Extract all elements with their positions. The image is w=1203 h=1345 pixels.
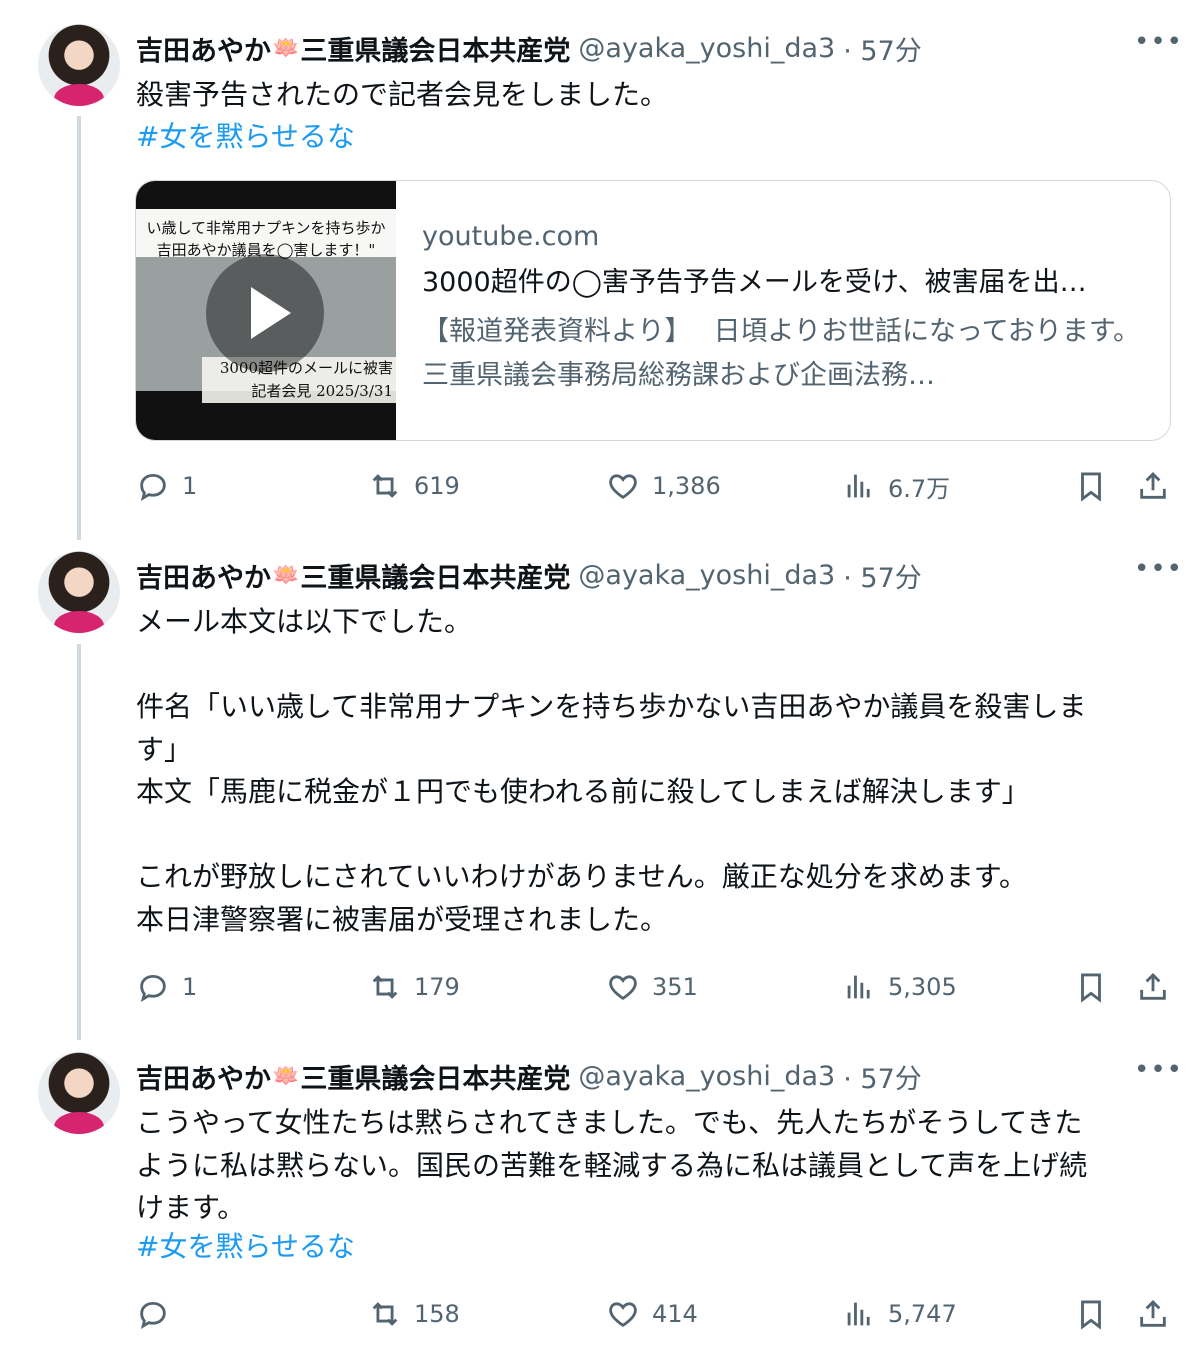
post-time[interactable]: · 57分 — [843, 1057, 922, 1096]
thread: 吉田あやか 🪷 三重県議会日本共産党 @ayaka_yoshi_da3 · 57… — [0, 0, 1203, 1345]
avatar[interactable] — [38, 551, 120, 633]
share-icon — [1140, 471, 1166, 499]
bookmark-icon — [1081, 973, 1101, 1003]
heart-icon — [609, 1302, 637, 1327]
reply-button[interactable] — [136, 1292, 170, 1336]
reply-button[interactable]: 1 — [136, 965, 197, 1009]
heart-icon — [609, 975, 637, 1000]
action-bar: 158 414 5,747 — [136, 1292, 1176, 1336]
share-icon — [1140, 1299, 1166, 1327]
post-header: 吉田あやか 🪷 三重県議会日本共産党 @ayaka_yoshi_da3 · 57… — [136, 1056, 922, 1096]
share-button[interactable] — [1136, 965, 1170, 1009]
views-count: 5,747 — [888, 1300, 957, 1328]
reply-count: 1 — [182, 472, 198, 500]
repost-button[interactable]: 179 — [368, 965, 460, 1009]
bookmark-icon — [1081, 1300, 1101, 1330]
card-body: youtube.com 3000超件の◯害予告予告メールを受け、被害届を出… 【… — [422, 219, 1152, 398]
author-affiliation[interactable]: 三重県議会日本共産党 — [300, 1057, 570, 1096]
share-icon — [1140, 972, 1166, 1000]
avatar[interactable] — [38, 24, 120, 106]
post-time[interactable]: · 57分 — [843, 556, 922, 595]
post-header: 吉田あやか 🪷 三重県議会日本共産党 @ayaka_yoshi_da3 · 57… — [136, 555, 922, 595]
author-name[interactable]: 吉田あやか — [136, 556, 271, 595]
share-button[interactable] — [1136, 1292, 1170, 1336]
views-button[interactable]: 5,747 — [842, 1292, 957, 1336]
avatar[interactable] — [38, 1052, 120, 1134]
lotus-emoji: 🪷 — [272, 562, 300, 588]
views-count: 6.7万 — [888, 474, 951, 503]
more-options-icon[interactable]: ••• — [1134, 29, 1182, 64]
views-icon — [847, 474, 870, 498]
author-name[interactable]: 吉田あやか — [136, 1057, 271, 1096]
more-options-icon[interactable]: ••• — [1134, 556, 1182, 591]
reply-icon — [140, 473, 166, 502]
repost-icon — [372, 975, 398, 999]
views-icon — [847, 1302, 870, 1326]
card-description: 【報道発表資料より】 日頃よりお世話になっております。 三重県議会事務局総務課お… — [422, 316, 1152, 391]
action-bar: 1 619 1,386 6.7万 — [136, 464, 1176, 508]
link-card[interactable]: い歳して非常用ナプキンを持ち歩か 吉田あやか議員を◯害します！" 3000超件の… — [135, 180, 1171, 441]
post-2[interactable]: 吉田あやか 🪷 三重県議会日本共産党 @ayaka_yoshi_da3 · 57… — [0, 527, 1203, 1027]
author-handle[interactable]: @ayaka_yoshi_da3 — [578, 33, 835, 64]
play-icon[interactable] — [206, 254, 324, 372]
hashtag-link[interactable]: #女を黙らせるな — [136, 1226, 1166, 1269]
like-button[interactable]: 414 — [606, 1292, 698, 1336]
author-affiliation[interactable]: 三重県議会日本共産党 — [300, 556, 570, 595]
reply-button[interactable]: 1 — [136, 464, 197, 508]
author-handle[interactable]: @ayaka_yoshi_da3 — [578, 1061, 835, 1092]
author-affiliation[interactable]: 三重県議会日本共産党 — [300, 29, 570, 68]
repost-count: 179 — [414, 973, 460, 1001]
repost-count: 158 — [414, 1300, 460, 1328]
hashtag-link[interactable]: #女を黙らせるな — [136, 116, 1166, 159]
thumbnail-caption-bottom: 3000超件のメールに被害 記者会見 2025/3/31 — [202, 357, 396, 403]
reply-icon — [140, 1301, 166, 1330]
post-text: こうやって女性たちは黙らされてきました。でも、先人たちがそうしてきた ように私は… — [136, 1106, 1088, 1224]
post-text: 殺害予告されたので記者会見をしました。 — [136, 78, 669, 111]
like-count: 414 — [652, 1300, 698, 1328]
repost-icon — [372, 474, 398, 498]
card-domain: youtube.com — [422, 221, 600, 252]
views-icon — [847, 975, 870, 999]
lotus-emoji: 🪷 — [272, 35, 300, 61]
repost-count: 619 — [414, 472, 460, 500]
post-1[interactable]: 吉田あやか 🪷 三重県議会日本共産党 @ayaka_yoshi_da3 · 57… — [0, 0, 1203, 526]
lotus-emoji: 🪷 — [272, 1063, 300, 1089]
post-3[interactable]: 吉田あやか 🪷 三重県議会日本共産党 @ayaka_yoshi_da3 · 57… — [0, 1028, 1203, 1345]
bookmark-button[interactable] — [1074, 965, 1108, 1009]
more-options-icon[interactable]: ••• — [1134, 1057, 1182, 1092]
bookmark-button[interactable] — [1074, 1292, 1108, 1336]
post-text: メール本文は以下でした。 件名「いい歳して非常用ナプキンを持ち歩かない吉田あやか… — [136, 605, 1087, 936]
reply-icon — [140, 974, 166, 1003]
post-header: 吉田あやか 🪷 三重県議会日本共産党 @ayaka_yoshi_da3 · 57… — [136, 28, 922, 68]
like-button[interactable]: 351 — [606, 965, 698, 1009]
bookmark-button[interactable] — [1074, 464, 1108, 508]
like-count: 1,386 — [652, 472, 721, 500]
repost-icon — [372, 1302, 398, 1326]
views-count: 5,305 — [888, 973, 957, 1001]
repost-button[interactable]: 158 — [368, 1292, 460, 1336]
author-name[interactable]: 吉田あやか — [136, 29, 271, 68]
post-time[interactable]: · 57分 — [843, 29, 922, 68]
like-count: 351 — [652, 973, 698, 1001]
action-bar: 1 179 351 5,305 — [136, 965, 1176, 1009]
heart-icon — [609, 474, 637, 499]
video-thumbnail[interactable]: い歳して非常用ナプキンを持ち歩か 吉田あやか議員を◯害します！" 3000超件の… — [136, 181, 396, 440]
repost-button[interactable]: 619 — [368, 464, 460, 508]
card-title: 3000超件の◯害予告予告メールを受け、被害届を出… — [422, 267, 1087, 298]
views-button[interactable]: 5,305 — [842, 965, 957, 1009]
author-handle[interactable]: @ayaka_yoshi_da3 — [578, 560, 835, 591]
reply-count: 1 — [182, 973, 198, 1001]
like-button[interactable]: 1,386 — [606, 464, 721, 508]
views-button[interactable]: 6.7万 — [842, 464, 950, 508]
bookmark-icon — [1081, 472, 1101, 502]
share-button[interactable] — [1136, 464, 1170, 508]
